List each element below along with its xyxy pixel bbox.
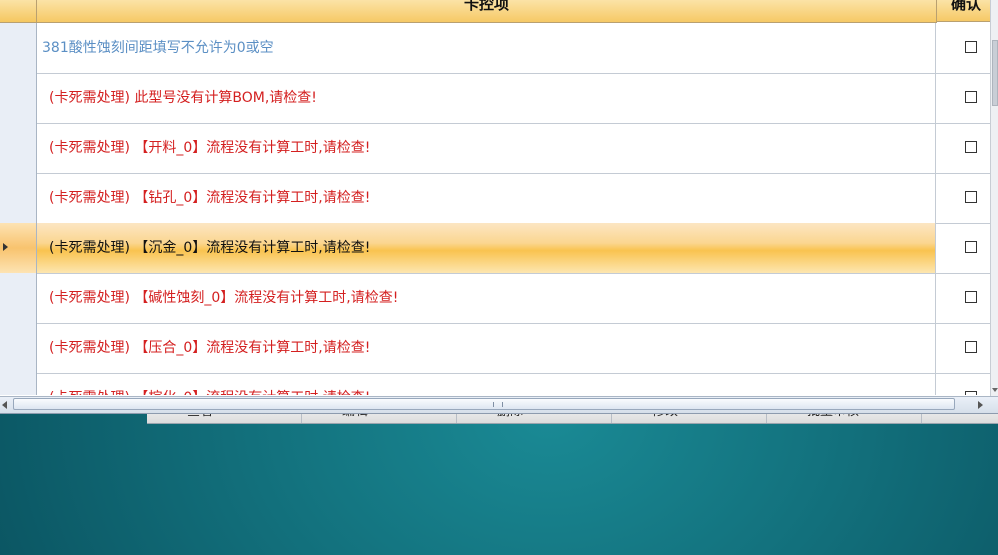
row-header[interactable] [0,123,37,173]
table-row[interactable]: (卡死需处理) 此型号没有计算BOM,请检查! [0,73,990,124]
confirm-checkbox[interactable] [965,91,977,103]
scroll-right-arrow-icon[interactable] [978,401,983,409]
grid-header: 卡控项 确认 [0,0,993,23]
table-row[interactable]: (卡死需处理) 【开料_0】流程没有计算工时,请检查! [0,123,990,174]
confirm-checkbox[interactable] [965,141,977,153]
check-item-text[interactable]: (卡死需处理) 【钻孔_0】流程没有计算工时,请检查! [37,173,936,223]
confirm-cell [937,23,990,73]
table-row[interactable]: (卡死需处理) 【钻孔_0】流程没有计算工时,请检查! [0,173,990,224]
row-header[interactable] [0,273,37,323]
confirm-checkbox[interactable] [965,341,977,353]
check-item-text[interactable]: (卡死需处理) 【碱性蚀刻_0】流程没有计算工时,请检查! [37,273,936,323]
vertical-scrollbar[interactable] [990,0,998,396]
table-row-selected[interactable]: (卡死需处理) 【沉金_0】流程没有计算工时,请检查! [0,223,990,274]
confirm-cell [937,123,990,173]
row-header[interactable] [0,373,37,395]
check-items-grid: 卡控项 确认 381酸性蚀刻间距填写不允许为0或空 (卡死需处理) 此型号没有计… [0,0,994,413]
vertical-scroll-thumb[interactable] [992,40,998,106]
confirm-checkbox[interactable] [965,41,977,53]
scroll-down-arrow-icon[interactable] [992,388,998,392]
check-item-text[interactable]: (卡死需处理) 【压合_0】流程没有计算工时,请检查! [37,323,936,373]
row-header[interactable] [0,323,37,373]
confirm-checkbox[interactable] [965,391,977,395]
column-header-confirm[interactable]: 确认 [937,0,993,22]
table-row[interactable]: 381酸性蚀刻间距填写不允许为0或空 [0,23,990,74]
scroll-left-arrow-icon[interactable] [2,401,7,409]
row-header[interactable] [0,23,37,73]
current-row-arrow-icon [3,243,8,251]
row-header[interactable] [0,73,37,123]
confirm-checkbox[interactable] [965,191,977,203]
check-item-text[interactable]: 381酸性蚀刻间距填写不允许为0或空 [37,23,936,73]
horizontal-scroll-thumb[interactable] [13,398,955,410]
confirm-cell [937,73,990,123]
check-item-text[interactable]: (卡死需处理) 【棕化_0】流程没有计算工时,请检查! [37,373,936,395]
column-header-check-items[interactable]: 卡控项 [37,0,937,23]
confirm-cell [937,373,990,395]
confirm-cell [937,223,990,273]
check-item-text[interactable]: (卡死需处理) 【开料_0】流程没有计算工时,请检查! [37,123,936,173]
horizontal-scrollbar[interactable] [0,396,998,414]
check-item-text[interactable]: (卡死需处理) 此型号没有计算BOM,请检查! [37,73,936,123]
check-item-text[interactable]: (卡死需处理) 【沉金_0】流程没有计算工时,请检查! [37,223,936,273]
table-row[interactable]: (卡死需处理) 【棕化_0】流程没有计算工时,请检查! [0,373,990,395]
header-row-selector[interactable] [0,0,37,23]
confirm-checkbox[interactable] [965,291,977,303]
confirm-cell [937,323,990,373]
table-row[interactable]: (卡死需处理) 【压合_0】流程没有计算工时,请检查! [0,323,990,374]
grid-rows: 381酸性蚀刻间距填写不允许为0或空 (卡死需处理) 此型号没有计算BOM,请检… [0,23,990,395]
confirm-cell [937,273,990,323]
row-header[interactable] [0,223,37,273]
scroll-grip-icon [493,402,503,407]
confirm-checkbox[interactable] [965,241,977,253]
row-header[interactable] [0,173,37,223]
confirm-cell [937,173,990,223]
table-row[interactable]: (卡死需处理) 【碱性蚀刻_0】流程没有计算工时,请检查! [0,273,990,324]
